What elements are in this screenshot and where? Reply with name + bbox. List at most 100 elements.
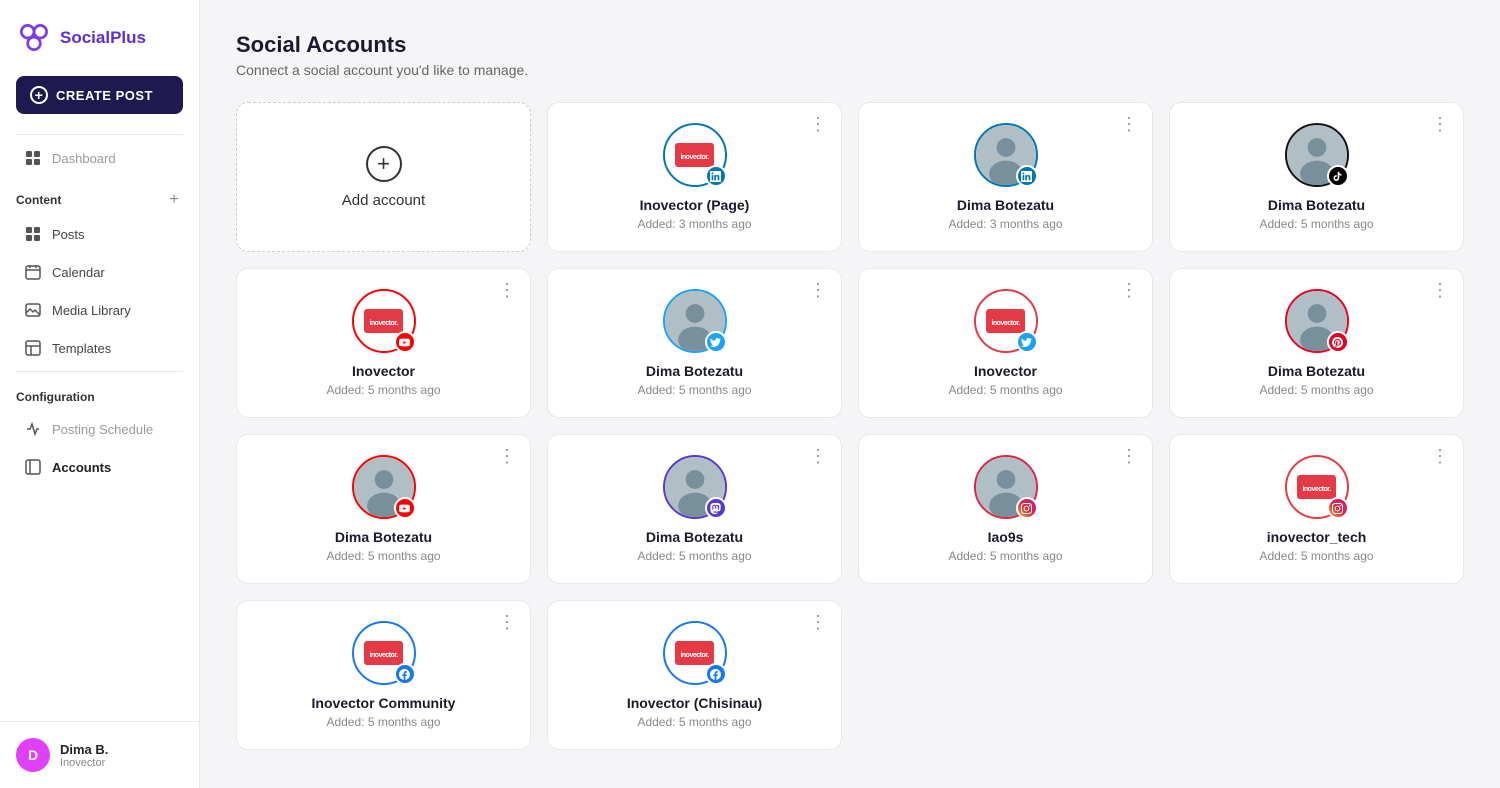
create-post-icon: + (30, 86, 48, 104)
app-name: SocialPlus (60, 28, 146, 48)
sidebar-item-posting-schedule[interactable]: Posting Schedule (8, 411, 191, 447)
account-added-date: Added: 5 months ago (326, 549, 440, 563)
account-name: Iao9s (988, 529, 1024, 545)
card-menu-button[interactable]: ⋮ (1116, 445, 1142, 467)
page-title: Social Accounts (236, 32, 1464, 58)
account-card: ⋮ Dima Botezatu Added: 3 months ago (858, 102, 1153, 252)
accounts-icon (24, 458, 42, 476)
account-card: ⋮ inovector. Inovector (Page) Added: 3 m… (547, 102, 842, 252)
user-avatar: D (16, 738, 50, 772)
logo-area: SocialPlus (0, 0, 199, 76)
card-menu-button[interactable]: ⋮ (494, 279, 520, 301)
posts-label: Posts (52, 227, 85, 242)
card-avatar-wrap: inovector. (352, 289, 416, 353)
account-added-date: Added: 5 months ago (637, 383, 751, 397)
account-name: Inovector Community (312, 695, 456, 711)
user-name: Dima B. (60, 742, 108, 757)
add-account-card[interactable]: + Add account (236, 102, 531, 252)
card-menu-button[interactable]: ⋮ (1427, 279, 1453, 301)
card-avatar-wrap (974, 123, 1038, 187)
account-name: Dima Botezatu (335, 529, 432, 545)
content-section-label: Content + (0, 177, 199, 215)
social-badge-twitter (1016, 331, 1038, 353)
card-menu-button[interactable]: ⋮ (1116, 279, 1142, 301)
templates-icon (24, 339, 42, 357)
account-card: ⋮ inovector. Inovector Added: 5 months a… (236, 268, 531, 418)
account-added-date: Added: 5 months ago (1259, 383, 1373, 397)
add-account-label: Add account (342, 192, 425, 209)
social-badge-twitter (705, 331, 727, 353)
social-badge-youtube (394, 497, 416, 519)
card-avatar-wrap (663, 289, 727, 353)
account-added-date: Added: 5 months ago (1259, 549, 1373, 563)
sidebar-item-templates[interactable]: Templates (8, 330, 191, 366)
page-subtitle: Connect a social account you'd like to m… (236, 62, 1464, 78)
sidebar-item-accounts[interactable]: Accounts (8, 449, 191, 485)
configuration-section-label: Configuration (0, 376, 199, 410)
card-avatar-wrap: inovector. (974, 289, 1038, 353)
social-badge-instagram (1327, 497, 1349, 519)
posting-schedule-label: Posting Schedule (52, 422, 153, 437)
card-menu-button[interactable]: ⋮ (494, 445, 520, 467)
social-badge-linkedin (1016, 165, 1038, 187)
account-name: Inovector (Chisinau) (627, 695, 762, 711)
card-avatar-wrap (974, 455, 1038, 519)
card-avatar-wrap (1285, 289, 1349, 353)
account-added-date: Added: 3 months ago (637, 217, 751, 231)
calendar-icon (24, 263, 42, 281)
account-name: Dima Botezatu (646, 529, 743, 545)
sidebar-item-media-library[interactable]: Media Library (8, 292, 191, 328)
card-menu-button[interactable]: ⋮ (1116, 113, 1142, 135)
social-badge-instagram (1016, 497, 1038, 519)
card-menu-button[interactable]: ⋮ (805, 279, 831, 301)
account-card: ⋮ inovector. Inovector Added: 5 months a… (858, 268, 1153, 418)
social-badge-youtube (394, 331, 416, 353)
card-avatar-wrap (1285, 123, 1349, 187)
account-card: ⋮ Dima Botezatu Added: 5 months ago (547, 268, 842, 418)
sidebar-divider-1 (16, 134, 183, 135)
calendar-label: Calendar (52, 265, 105, 280)
account-card: ⋮ Dima Botezatu Added: 5 months ago (236, 434, 531, 584)
account-name: inovector_tech (1267, 529, 1367, 545)
card-avatar-wrap: inovector. (663, 621, 727, 685)
sidebar-item-posts[interactable]: Posts (8, 216, 191, 252)
account-added-date: Added: 5 months ago (326, 383, 440, 397)
sidebar-item-dashboard[interactable]: Dashboard (8, 140, 191, 176)
logo-icon (16, 20, 52, 56)
card-menu-button[interactable]: ⋮ (805, 611, 831, 633)
card-menu-button[interactable]: ⋮ (1427, 445, 1453, 467)
account-name: Dima Botezatu (957, 197, 1054, 213)
card-avatar-wrap (352, 455, 416, 519)
account-name: Dima Botezatu (646, 363, 743, 379)
accounts-grid: + Add account ⋮ inovector. Inovector (Pa… (236, 102, 1464, 750)
content-add-button[interactable]: + (165, 191, 183, 209)
social-badge-facebook (705, 663, 727, 685)
dashboard-label: Dashboard (52, 151, 116, 166)
social-badge-linkedin (705, 165, 727, 187)
account-added-date: Added: 5 months ago (948, 383, 1062, 397)
card-avatar-wrap: inovector. (663, 123, 727, 187)
account-added-date: Added: 5 months ago (1259, 217, 1373, 231)
card-menu-button[interactable]: ⋮ (494, 611, 520, 633)
card-menu-button[interactable]: ⋮ (1427, 113, 1453, 135)
user-info: Dima B. Inovector (60, 742, 108, 769)
account-name: Dima Botezatu (1268, 363, 1365, 379)
account-name: Inovector (Page) (640, 197, 750, 213)
account-added-date: Added: 3 months ago (948, 217, 1062, 231)
social-badge-facebook (394, 663, 416, 685)
account-name: Inovector (352, 363, 415, 379)
account-card: ⋮ Iao9s Added: 5 months ago (858, 434, 1153, 584)
create-post-button[interactable]: + CREATE POST (16, 76, 183, 114)
account-card: ⋮ Dima Botezatu Added: 5 months ago (547, 434, 842, 584)
sidebar-item-calendar[interactable]: Calendar (8, 254, 191, 290)
account-name: Inovector (974, 363, 1037, 379)
sidebar-divider-2 (16, 371, 183, 372)
media-library-icon (24, 301, 42, 319)
card-menu-button[interactable]: ⋮ (805, 445, 831, 467)
social-badge-tiktok (1327, 165, 1349, 187)
account-added-date: Added: 5 months ago (637, 549, 751, 563)
templates-label: Templates (52, 341, 111, 356)
posts-icon (24, 225, 42, 243)
card-menu-button[interactable]: ⋮ (805, 113, 831, 135)
card-avatar-wrap (663, 455, 727, 519)
